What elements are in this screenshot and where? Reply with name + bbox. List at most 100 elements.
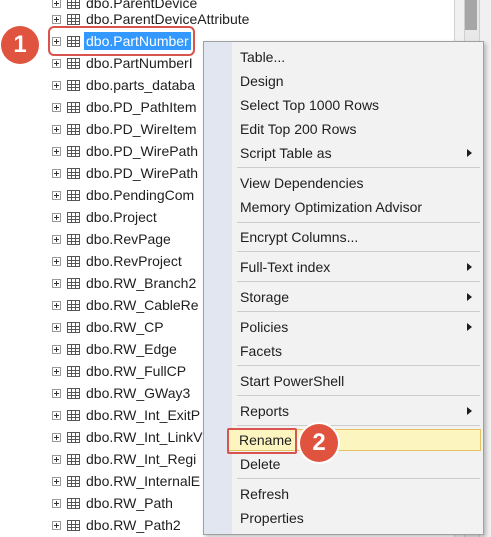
submenu-arrow-icon (467, 323, 472, 331)
scrollbar-thumb[interactable] (465, 0, 477, 30)
menu-separator (237, 425, 480, 426)
menu-item-full-text-index[interactable]: Full-Text index (205, 256, 482, 278)
expand-icon[interactable] (52, 212, 61, 222)
menu-item-storage[interactable]: Storage (205, 286, 482, 308)
tree-row[interactable]: dbo.RW_Edge (52, 338, 177, 360)
expand-icon[interactable] (52, 0, 61, 8)
tree-row-label: dbo.RW_Int_Regi (86, 451, 197, 467)
table-icon (67, 255, 80, 267)
menu-separator (237, 222, 480, 223)
expand-icon[interactable] (52, 278, 61, 288)
menu-separator (237, 395, 480, 396)
tree-row[interactable]: dbo.RW_Branch2 (52, 272, 196, 294)
menu-item-properties[interactable]: Properties (205, 507, 482, 529)
tree-row-label: dbo.PartNumber (84, 32, 191, 50)
menu-separator (237, 167, 480, 168)
menu-item-policies[interactable]: Policies (205, 316, 482, 338)
menu-item-label: Table... (240, 49, 286, 65)
expand-icon[interactable] (52, 58, 61, 68)
tree-row[interactable]: dbo.RW_InternalE (52, 470, 200, 492)
menu-separator (237, 365, 480, 366)
menu-item-facets[interactable]: Facets (205, 340, 482, 362)
expand-icon[interactable] (52, 520, 61, 530)
menu-item-view-dependencies[interactable]: View Dependencies (205, 172, 482, 194)
menu-item-select-top-1000-rows[interactable]: Select Top 1000 Rows (205, 94, 482, 116)
table-icon (67, 233, 80, 245)
tree-row[interactable]: dbo.PartNumberI (52, 52, 193, 74)
tree-row[interactable]: dbo.RW_Int_LinkV (52, 426, 202, 448)
expand-icon[interactable] (52, 498, 61, 508)
menu-item-encrypt-columns[interactable]: Encrypt Columns... (205, 226, 482, 248)
menu-item-label: Policies (240, 319, 289, 335)
expand-icon[interactable] (52, 14, 61, 24)
table-icon (67, 387, 80, 399)
menu-item-label: Design (240, 73, 284, 89)
tree-row[interactable]: dbo.RW_CP (52, 316, 164, 338)
tree-row[interactable]: dbo.RW_Path (52, 492, 173, 514)
table-icon (67, 189, 80, 201)
expand-icon[interactable] (52, 322, 61, 332)
tree-row-label: dbo.RW_CableRe (86, 297, 199, 313)
tree-row[interactable]: dbo.RW_Path2 (52, 514, 181, 536)
expand-icon[interactable] (52, 102, 61, 112)
table-icon (67, 453, 80, 465)
expand-icon[interactable] (52, 300, 61, 310)
menu-item-design[interactable]: Design (205, 70, 482, 92)
tree-row-label: dbo.PartNumberI (86, 55, 193, 71)
expand-icon[interactable] (52, 344, 61, 354)
expand-icon[interactable] (52, 410, 61, 420)
tree-row-label: dbo.PD_WireItem (86, 121, 197, 137)
tree-row[interactable]: dbo.PD_WirePath (52, 162, 198, 184)
tree-row-partnumber[interactable]: dbo.PartNumber (48, 26, 195, 56)
expand-icon[interactable] (52, 124, 61, 134)
expand-icon[interactable] (52, 432, 61, 442)
expand-icon[interactable] (52, 168, 61, 178)
tree-row[interactable]: dbo.PendingCom (52, 184, 194, 206)
tree-row[interactable]: dbo.RW_CableRe (52, 294, 199, 316)
expand-icon[interactable] (52, 36, 61, 46)
tree-row[interactable]: dbo.RevPage (52, 228, 171, 250)
rename-annotation-outline (227, 428, 297, 454)
expand-icon[interactable] (52, 476, 61, 486)
menu-item-reports[interactable]: Reports (205, 400, 482, 422)
submenu-arrow-icon (467, 263, 472, 271)
tree-row[interactable]: dbo.PD_PathItem (52, 96, 197, 118)
menu-item-memory-optimization-advisor[interactable]: Memory Optimization Advisor (205, 196, 482, 218)
tree-row[interactable]: dbo.parts_databa (52, 74, 195, 96)
tree-row-label: dbo.RevPage (86, 231, 171, 247)
menu-separator (237, 478, 480, 479)
menu-item-script-table-as[interactable]: Script Table as (205, 142, 482, 164)
table-icon (67, 431, 80, 443)
tree-row[interactable]: dbo.RW_GWay3 (52, 382, 190, 404)
table-icon (67, 497, 80, 509)
tree-row[interactable]: dbo.Project (52, 206, 157, 228)
tree-row-parentdeviceattribute[interactable]: dbo.ParentDeviceAttribute (52, 8, 249, 30)
menu-item-label: Storage (240, 289, 290, 305)
tree-row[interactable]: dbo.RW_Int_Regi (52, 448, 196, 470)
table-icon (67, 35, 80, 47)
menu-item-delete[interactable]: Delete (205, 453, 482, 475)
tree-row[interactable]: dbo.RW_FullCP (52, 360, 186, 382)
menu-item-refresh[interactable]: Refresh (205, 483, 482, 505)
expand-icon[interactable] (52, 80, 61, 90)
menu-item-label: Script Table as (240, 145, 332, 161)
expand-icon[interactable] (52, 388, 61, 398)
tree-row[interactable]: dbo.RevProject (52, 250, 182, 272)
menu-item-start-powershell[interactable]: Start PowerShell (205, 370, 482, 392)
expand-icon[interactable] (52, 256, 61, 266)
tree-row[interactable]: dbo.PD_WireItem (52, 118, 196, 140)
expand-icon[interactable] (52, 234, 61, 244)
tree-row-label: dbo.RW_GWay3 (86, 385, 191, 401)
menu-item-table[interactable]: Table... (205, 46, 482, 68)
expand-icon[interactable] (52, 190, 61, 200)
menu-item-edit-top-200-rows[interactable]: Edit Top 200 Rows (205, 118, 482, 140)
expand-icon[interactable] (52, 146, 61, 156)
tree-row-label: dbo.RW_Int_ExitP (86, 407, 201, 423)
expand-icon[interactable] (52, 454, 61, 464)
tree-row[interactable]: dbo.RW_Int_ExitP (52, 404, 200, 426)
table-icon (67, 365, 80, 377)
expand-icon[interactable] (52, 366, 61, 376)
tree-row-label: dbo.RW_Edge (86, 341, 177, 357)
table-icon (67, 321, 80, 333)
tree-row[interactable]: dbo.PD_WirePath (52, 140, 198, 162)
